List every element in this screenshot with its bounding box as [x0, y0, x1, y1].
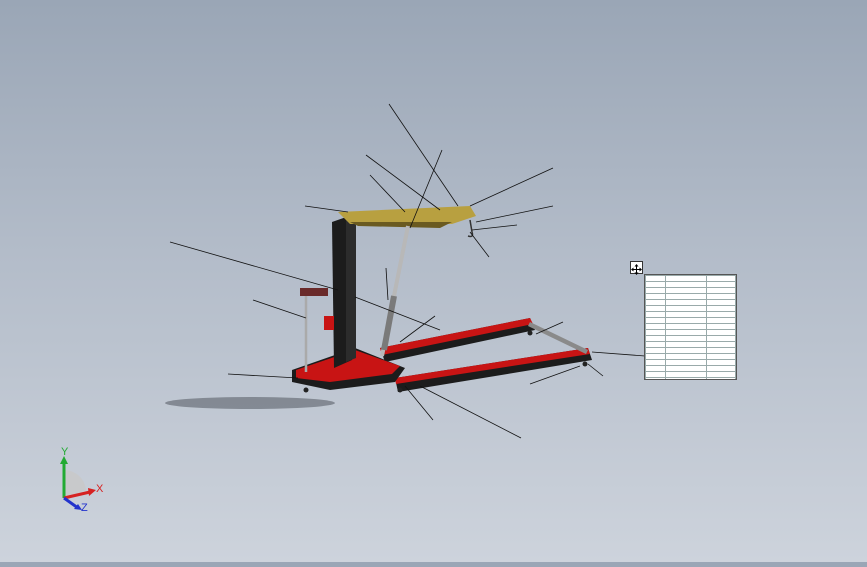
mast-control-box[interactable]: [324, 316, 334, 330]
bom-cell: [706, 377, 736, 379]
view-triad[interactable]: Y X Z: [60, 446, 104, 514]
cylinder-barrel: [381, 295, 397, 351]
leader-line: [587, 363, 604, 377]
wheel: [582, 361, 588, 367]
floor-shadow: [165, 397, 335, 409]
boom-underside: [350, 222, 452, 228]
leader-line: [385, 267, 389, 301]
leader-line: [404, 385, 434, 421]
wheel: [397, 387, 403, 393]
wheel: [303, 387, 309, 393]
bom-row: [645, 377, 736, 379]
z-axis: [63, 496, 79, 510]
bom-cell: [645, 377, 667, 379]
move-table-icon[interactable]: [630, 261, 643, 275]
boom-arm[interactable]: [338, 206, 476, 224]
leader-line: [471, 224, 518, 231]
leader-line: [419, 385, 522, 439]
leader-line: [388, 103, 459, 207]
pump-lever[interactable]: [300, 288, 328, 296]
leader-line: [475, 205, 554, 223]
bill-of-materials-table[interactable]: [644, 274, 737, 380]
leader-line: [169, 241, 339, 291]
mast-column-side: [346, 214, 356, 362]
move-arrows-icon: [631, 264, 642, 275]
leader-line: [354, 296, 441, 331]
bom-cell: [665, 377, 708, 379]
x-axis-label: X: [96, 483, 104, 495]
leader-line: [227, 373, 299, 379]
leader-line: [591, 351, 646, 357]
leader-line: [469, 167, 554, 207]
leader-line: [469, 231, 490, 258]
leader-line: [304, 205, 349, 213]
base-leg-left-top: [380, 318, 533, 355]
leader-line: [252, 299, 307, 319]
crane-assembly[interactable]: [292, 206, 592, 393]
x-arrow-icon: [88, 488, 96, 496]
z-axis-label: Z: [81, 502, 88, 514]
y-axis-label: Y: [61, 446, 69, 458]
wheel: [527, 330, 533, 336]
end-crossbar: [528, 322, 588, 354]
bom-grid: [645, 275, 736, 379]
